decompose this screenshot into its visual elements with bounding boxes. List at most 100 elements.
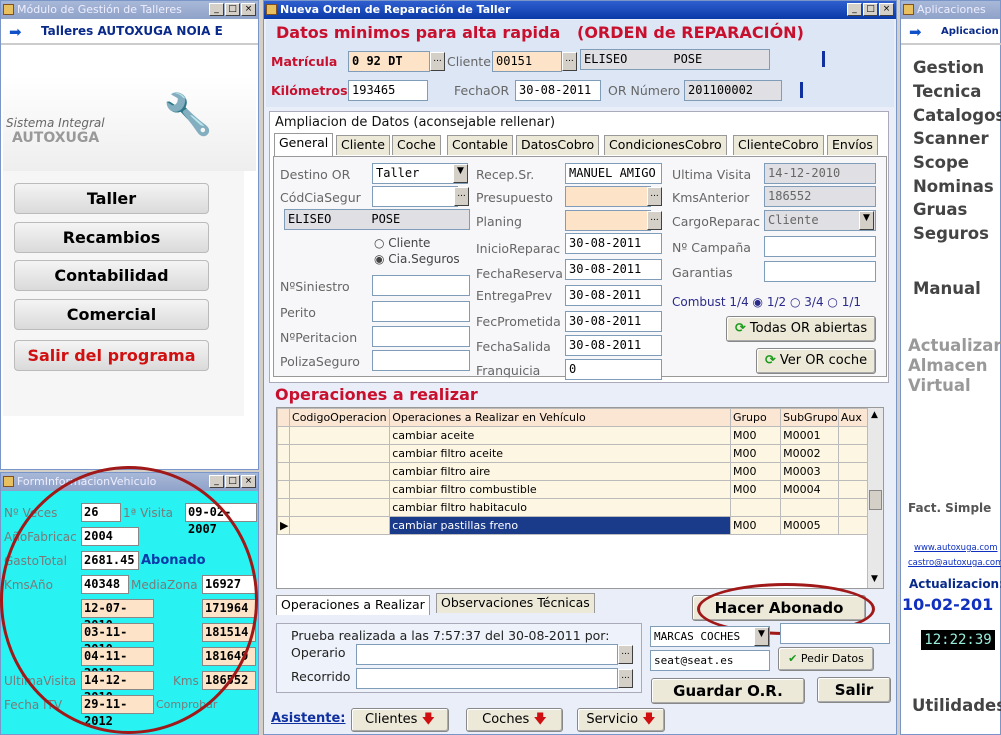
recep-input[interactable]: MANUEL AMIGO [565, 163, 662, 184]
maximize-button[interactable]: □ [225, 475, 240, 488]
table-row[interactable]: cambiar filtro aire M00 M0003 [276, 462, 870, 481]
tab-contable[interactable]: Contable [447, 135, 513, 155]
planing-lookup-button[interactable]: ... [647, 211, 662, 230]
grid-header[interactable]: Grupo [729, 408, 782, 427]
menu-scanner[interactable]: Scanner [913, 129, 989, 148]
operario-lookup-button[interactable]: ... [618, 645, 633, 664]
email-input[interactable]: seat@seat.es [650, 650, 770, 671]
poliza-input[interactable] [372, 350, 470, 371]
grid-header[interactable]: Operaciones a Realizar en Vehículo [389, 408, 731, 427]
scroll-up-icon[interactable]: ▲ [871, 410, 878, 420]
close-button[interactable]: × [241, 3, 256, 16]
scroll-down-icon[interactable]: ▼ [871, 574, 878, 584]
maximize-button[interactable]: □ [863, 3, 878, 16]
kilometros-input[interactable]: 193465 [348, 80, 428, 101]
minimize-button[interactable]: _ [209, 3, 224, 16]
actualizar-line-2[interactable]: Almacen [908, 356, 987, 375]
entrega-input[interactable]: 30-08-2011 [565, 285, 662, 306]
chevron-down-icon[interactable]: ▼ [453, 164, 468, 183]
fecha-or-input[interactable]: 30-08-2011 [515, 80, 601, 101]
brand-extra-input[interactable] [780, 623, 890, 644]
franquicia-input[interactable]: 0 [565, 359, 662, 380]
guardar-or-button[interactable]: Guardar O.R. [651, 678, 805, 704]
ver-or-coche-button[interactable]: ⟳ Ver OR coche [756, 348, 876, 374]
web-link[interactable]: www.autoxuga.com [914, 543, 998, 553]
contabilidad-button[interactable]: Contabilidad [14, 260, 209, 291]
radio-combust-1-2[interactable]: 1/2 ○ [767, 295, 801, 309]
menu-manual[interactable]: Manual [913, 279, 981, 298]
menu-seguros[interactable]: Seguros [913, 224, 989, 243]
perito-input[interactable] [372, 301, 470, 322]
close-button[interactable]: × [879, 3, 894, 16]
grid-scrollbar[interactable]: ▲ ▼ [867, 408, 883, 588]
mail-link[interactable]: castro@autoxuga.com [908, 558, 1001, 568]
grid-header[interactable]: Aux [837, 408, 870, 427]
codcia-input[interactable] [372, 186, 458, 207]
menu-gruas[interactable]: Gruas [913, 200, 967, 219]
radio-cliente[interactable]: ○ Cliente [374, 236, 430, 250]
table-row[interactable]: cambiar filtro aceite M00 M0002 [276, 444, 870, 463]
tab-coche[interactable]: Coche [392, 135, 441, 155]
matricula-lookup-button[interactable]: ... [430, 52, 445, 71]
codcia-lookup-button[interactable]: ... [454, 187, 469, 206]
radio-cia-seguros[interactable]: ◉ Cia.Seguros [374, 252, 460, 266]
salir-programa-button[interactable]: Salir del programa [14, 340, 209, 371]
chevron-down-icon[interactable]: ▼ [859, 211, 874, 230]
salida-input[interactable]: 30-08-2011 [565, 335, 662, 356]
minimize-button[interactable]: _ [847, 3, 862, 16]
tab-observaciones-tecnicas[interactable]: Observaciones Técnicas [436, 593, 595, 613]
scroll-thumb[interactable] [869, 490, 882, 510]
tab-clientecobro[interactable]: ClienteCobro [733, 135, 824, 155]
table-row[interactable]: cambiar aceite M00 M0001 [276, 426, 870, 445]
fact-simple-link[interactable]: Fact. Simple [908, 501, 991, 515]
table-row[interactable]: cambiar filtro combustible M00 M0004 [276, 480, 870, 499]
tab-datoscobro[interactable]: DatosCobro [516, 135, 600, 155]
taller-button[interactable]: Taller [14, 183, 209, 214]
menu-gestion[interactable]: Gestion [913, 58, 984, 77]
cliente-lookup-button[interactable]: ... [562, 52, 577, 71]
coches-button[interactable]: Coches 🡇 [466, 708, 563, 732]
tab-condicionescobro[interactable]: CondicionesCobro [604, 135, 727, 155]
garantias-input[interactable] [764, 261, 876, 282]
right-window-titlebar[interactable]: Aplicaciones [901, 1, 1000, 19]
peritacion-input[interactable] [372, 326, 470, 347]
menu-utilidades[interactable]: Utilidades [912, 696, 1001, 715]
cliente-code-input[interactable]: 00151 [492, 51, 562, 72]
operario-input[interactable] [356, 644, 618, 665]
tab-cliente[interactable]: Cliente [336, 135, 390, 155]
presupuesto-input[interactable] [565, 186, 651, 207]
minimize-button[interactable]: _ [209, 475, 224, 488]
tab-envios[interactable]: Envíos [827, 135, 878, 155]
todas-or-abiertas-button[interactable]: ⟳ Todas OR abiertas [726, 316, 876, 342]
comercial-button[interactable]: Comercial [14, 299, 209, 330]
recorrido-lookup-button[interactable]: ... [618, 669, 633, 688]
prometida-input[interactable]: 30-08-2011 [565, 311, 662, 332]
chevron-down-icon[interactable]: ▼ [754, 627, 769, 646]
table-row[interactable]: cambiar filtro habitaculo [276, 498, 870, 517]
main-window-titlebar[interactable]: Nueva Orden de Reparación de Taller _ □ × [264, 1, 896, 19]
tab-operaciones-realizar[interactable]: Operaciones a Realizar [276, 595, 430, 615]
radio-combust-1-1[interactable]: 1/1 [842, 295, 861, 309]
servicio-button[interactable]: Servicio 🡇 [577, 708, 665, 732]
matricula-input[interactable]: 0 92 DT [348, 51, 430, 72]
siniestro-input[interactable] [372, 275, 470, 296]
campana-input[interactable] [764, 236, 876, 257]
presupuesto-lookup-button[interactable]: ... [647, 187, 662, 206]
pedir-datos-button[interactable]: ✔ Pedir Datos [778, 647, 874, 671]
menu-scope[interactable]: Scope [913, 153, 969, 172]
recambios-button[interactable]: Recambios [14, 222, 209, 253]
marcas-select[interactable]: MARCAS COCHES [650, 626, 770, 647]
radio-combust-1-4[interactable]: 1/4 ◉ [729, 295, 763, 309]
salir-button[interactable]: Salir [817, 677, 891, 703]
inicio-input[interactable]: 30-08-2011 [565, 233, 662, 254]
grid-header[interactable]: SubGrupo [780, 408, 839, 427]
grid-header[interactable]: CodigoOperacion [289, 408, 391, 427]
left-window-titlebar[interactable]: Módulo de Gestión de Talleres _ □ × [1, 1, 258, 19]
clientes-button[interactable]: Clientes 🡇 [351, 708, 449, 732]
menu-catalogos[interactable]: Catalogos [913, 106, 1001, 125]
tab-general[interactable]: General [274, 133, 334, 156]
maximize-button[interactable]: □ [225, 3, 240, 16]
close-button[interactable]: × [241, 475, 256, 488]
menu-tecnica[interactable]: Tecnica [913, 82, 981, 101]
actualizar-line-1[interactable]: Actualizar [908, 336, 1001, 355]
